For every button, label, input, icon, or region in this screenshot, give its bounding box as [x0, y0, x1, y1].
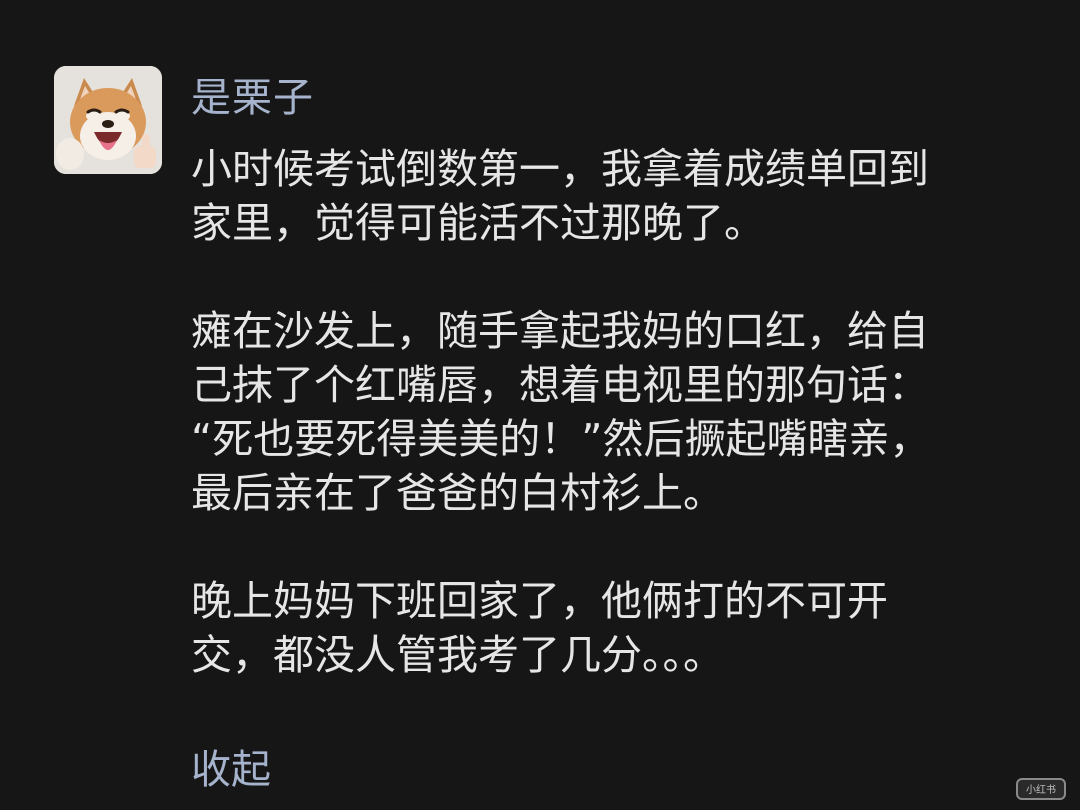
paragraph-3: 晚上妈妈下班回家了，他俩打的不可开 交，都没人管我考了几分。。。: [191, 574, 1041, 682]
text-line: “死也要死得美美的！”然后撅起嘴瞎亲，: [191, 415, 931, 463]
text-line: 最后亲在了爸爸的白村衫上。: [191, 469, 724, 517]
text-line: 小时候考试倒数第一，我拿着成绩单回到: [191, 145, 929, 193]
author-avatar[interactable]: [54, 66, 162, 174]
paragraph-1: 小时候考试倒数第一，我拿着成绩单回到 家里，觉得可能活不过那晚了。: [191, 142, 1041, 250]
text-line: 家里，觉得可能活不过那晚了。: [191, 199, 765, 247]
collapse-button[interactable]: 收起: [191, 742, 271, 798]
paragraph-2: 瘫在沙发上，随手拿起我妈的口红，给自 己抹了个红嘴唇，想着电视里的那句话： “死…: [191, 304, 1041, 520]
text-line: 瘫在沙发上，随手拿起我妈的口红，给自: [191, 307, 929, 355]
shiba-dog-avatar-icon: [54, 66, 162, 174]
author-name[interactable]: 是栗子: [191, 70, 314, 126]
text-line: 晚上妈妈下班回家了，他俩打的不可开: [191, 577, 888, 625]
post-content: 小时候考试倒数第一，我拿着成绩单回到 家里，觉得可能活不过那晚了。 瘫在沙发上，…: [191, 142, 1041, 736]
text-line: 交，都没人管我考了几分。。。: [191, 631, 724, 679]
watermark-logo: 小红书: [1016, 778, 1066, 800]
text-line: 己抹了个红嘴唇，想着电视里的那句话：: [191, 361, 929, 409]
